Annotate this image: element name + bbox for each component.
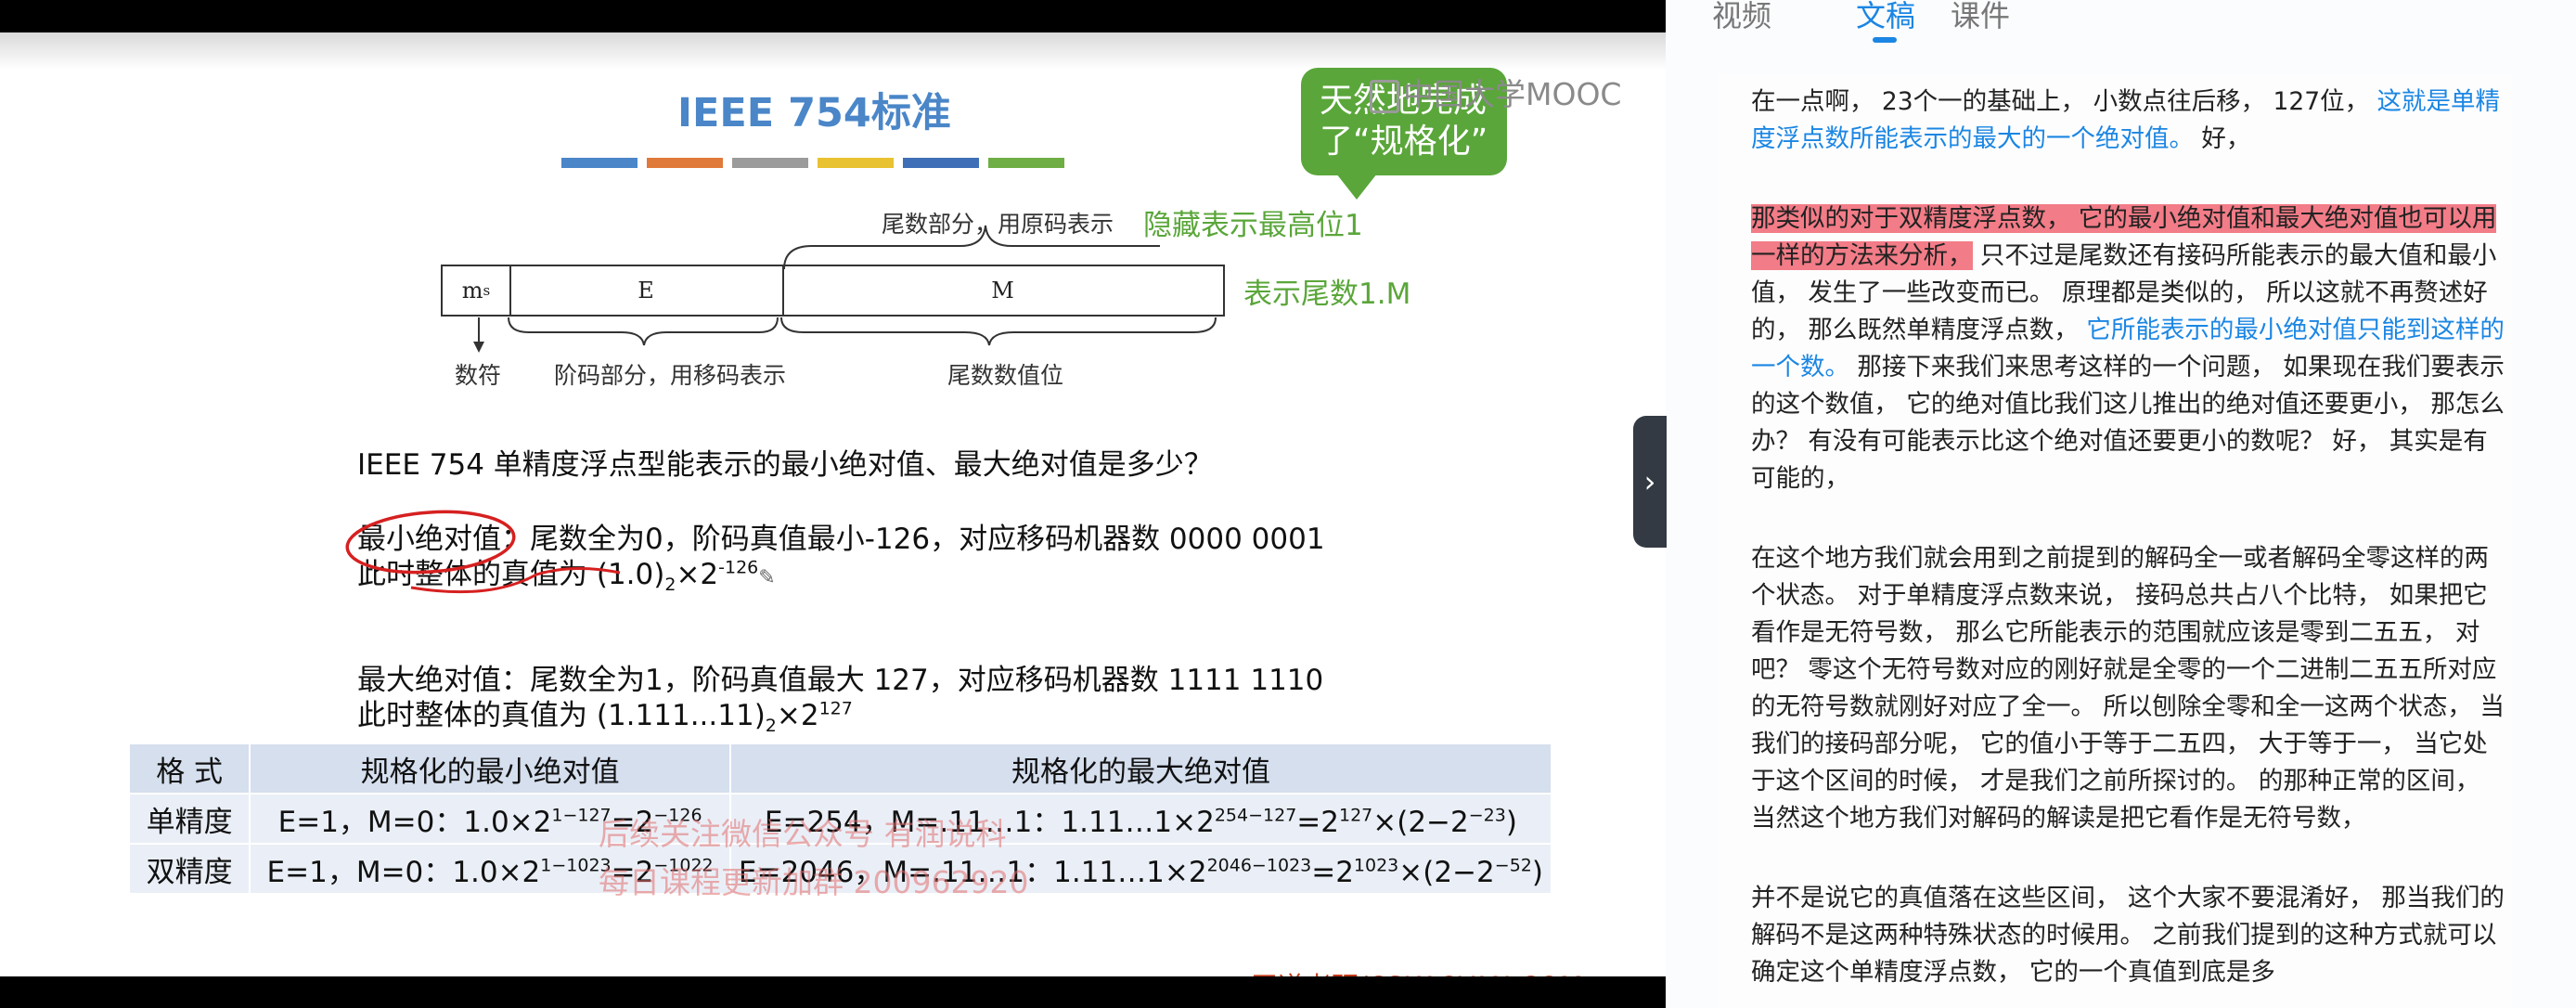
cell-text: =2: [1296, 805, 1339, 839]
cell-text: ): [1531, 855, 1543, 889]
red-annotation-circle: [345, 510, 621, 594]
mantissa-cell: M: [991, 278, 1014, 304]
transcript-paragraph: 那类似的对于双精度浮点数， 它的最小绝对值和最大绝对值也可以用一样的方法来分析，…: [1718, 191, 2512, 498]
exponent-label: 阶码部分，用移码表示: [554, 362, 787, 389]
cell-sup: −52: [1494, 855, 1532, 876]
cell-sup: −23: [1468, 805, 1506, 826]
mooc-watermark-text: 中国大学MOOC: [1403, 76, 1622, 112]
callout-tail: [1336, 174, 1377, 200]
title-color-bar: [818, 158, 894, 168]
callout-line: 了“规格化”: [1320, 123, 1488, 161]
transcript-content[interactable]: 在一点啊， 23个一的基础上， 小数点往后移， 127位， 这就是单精度浮点数所…: [1718, 74, 2512, 1008]
sign-label: 数符: [455, 362, 502, 389]
transcript-paragraph: 在一点啊， 23个一的基础上， 小数点往后移， 127位， 这就是单精度浮点数所…: [1718, 74, 2512, 158]
transcript-paragraph: 在这个地方我们就会用到之前提到的解码全一或者解码全零这样的两个状态。 对于单精度…: [1718, 531, 2512, 837]
min-abs-times: ×2: [676, 558, 719, 591]
tab-video[interactable]: 视频: [1712, 0, 1771, 35]
cell-sup: 254−127: [1214, 805, 1297, 826]
chevron-right-icon: ›: [1643, 464, 1656, 499]
ad-watermark-line: 后续关注微信公众号 有润说科: [599, 816, 1007, 852]
max-abs-sub: 2: [765, 716, 777, 737]
max-abs-times: ×2: [776, 699, 819, 732]
max-abs-sup: 127: [818, 698, 853, 719]
pen-icon: ✎: [758, 566, 776, 589]
table-cell-format: 双精度: [127, 843, 251, 895]
max-abs-line2: 此时整体的真值为 (1.111...11)2×2127: [357, 691, 853, 737]
lecture-slide: IEEE 754标准 天然地完成 了“规格化” 中国大学MOOC 尾数部分，用原…: [0, 32, 1666, 976]
tab-transcript[interactable]: 文稿: [1856, 0, 1915, 35]
min-abs-sup: -126: [718, 557, 759, 578]
slide-question: IEEE 754 单精度浮点型能表示的最小绝对值、最大绝对值是多少？: [357, 448, 1213, 482]
table-header: 规格化的最小绝对值: [249, 743, 731, 795]
float-format-box: ms E M: [441, 265, 1225, 317]
video-player[interactable]: IEEE 754标准 天然地完成 了“规格化” 中国大学MOOC 尾数部分，用原…: [0, 0, 1666, 1008]
active-tab-indicator: [1873, 37, 1897, 43]
table-cell-format: 单精度: [127, 793, 251, 845]
title-color-bar: [732, 158, 808, 168]
cell-text: =2: [1311, 855, 1354, 889]
mantissa-header: 尾数部分，用原码表示: [882, 211, 1114, 238]
video-bottom-bar: [0, 976, 1666, 1008]
collapse-panel-button[interactable]: ›: [1633, 416, 1667, 548]
slide-title: IEEE 754标准: [677, 90, 951, 136]
cell-sup: 1023: [1353, 855, 1399, 876]
sign-cell-sub: s: [483, 282, 491, 299]
mooc-watermark: 中国大学MOOC: [1370, 70, 1621, 114]
table-header-row: 格 式 规格化的最小绝对值 规格化的最大绝对值: [127, 743, 1553, 795]
transcript-text: 那接下来我们来思考这样的一个问题， 如果现在我们要表示的这个数值， 它的绝对值比…: [1751, 353, 2505, 493]
mantissa-note: 表示尾数1.M: [1243, 278, 1411, 311]
cell-text: ): [1505, 805, 1517, 839]
cell-text: ×(2−2: [1398, 855, 1495, 889]
cell-text: E=1，M=0：1.0×2: [277, 805, 552, 839]
max-abs-value-text: 此时整体的真值为 (1.111...11): [357, 699, 766, 732]
sign-cell-text: m: [461, 278, 483, 304]
cell-sup: 127: [1339, 805, 1373, 826]
mooc-logo-icon: [1370, 79, 1399, 113]
slide-credit: 王道考研/CSKAOYAN.COM: [1251, 965, 1583, 976]
cell-text: E=1，M=0：1.0×2: [266, 855, 541, 889]
title-color-bar: [561, 158, 638, 168]
table-header: 格 式: [127, 743, 251, 795]
title-color-bar: [903, 158, 979, 168]
transcript-text: 并不是说它的真值落在这些区间， 这个大家不要混淆好， 那当我们的解码不是这两种特…: [1751, 884, 2505, 987]
slide-top-shadow: [0, 32, 1666, 70]
table-header: 规格化的最大绝对值: [728, 743, 1553, 795]
title-color-bar: [988, 158, 1064, 168]
cell-text: ×(2−2: [1372, 805, 1469, 839]
transcript-text: 好，: [2194, 124, 2251, 153]
side-panel: 视频 文稿 课件 在一点啊， 23个一的基础上， 小数点往后移， 127位， 这…: [1666, 0, 2576, 1008]
transcript-paragraph: 并不是说它的真值落在这些区间， 这个大家不要混淆好， 那当我们的解码不是这两种特…: [1718, 871, 2512, 991]
ad-watermark: 后续关注微信公众号 有润说科 每日课程更新加群 200962920: [599, 810, 1028, 907]
tab-courseware[interactable]: 课件: [1951, 0, 2010, 35]
ad-watermark-line: 每日课程更新加群 200962920: [599, 864, 1029, 900]
transcript-text: 在这个地方我们就会用到之前提到的解码全一或者解码全零这样的两个状态。 对于单精度…: [1751, 544, 2505, 833]
title-color-bar: [647, 158, 723, 168]
hidden-bit-note: 隐藏表示最高位1: [1143, 209, 1363, 242]
sign-cell: ms: [443, 266, 511, 315]
mantissa-label: 尾数数值位: [947, 362, 1064, 389]
cell-sup: 2046−1023: [1206, 855, 1312, 876]
exponent-cell: E: [509, 266, 784, 315]
transcript-text: 在一点啊， 23个一的基础上， 小数点往后移， 127位，: [1751, 87, 2377, 116]
